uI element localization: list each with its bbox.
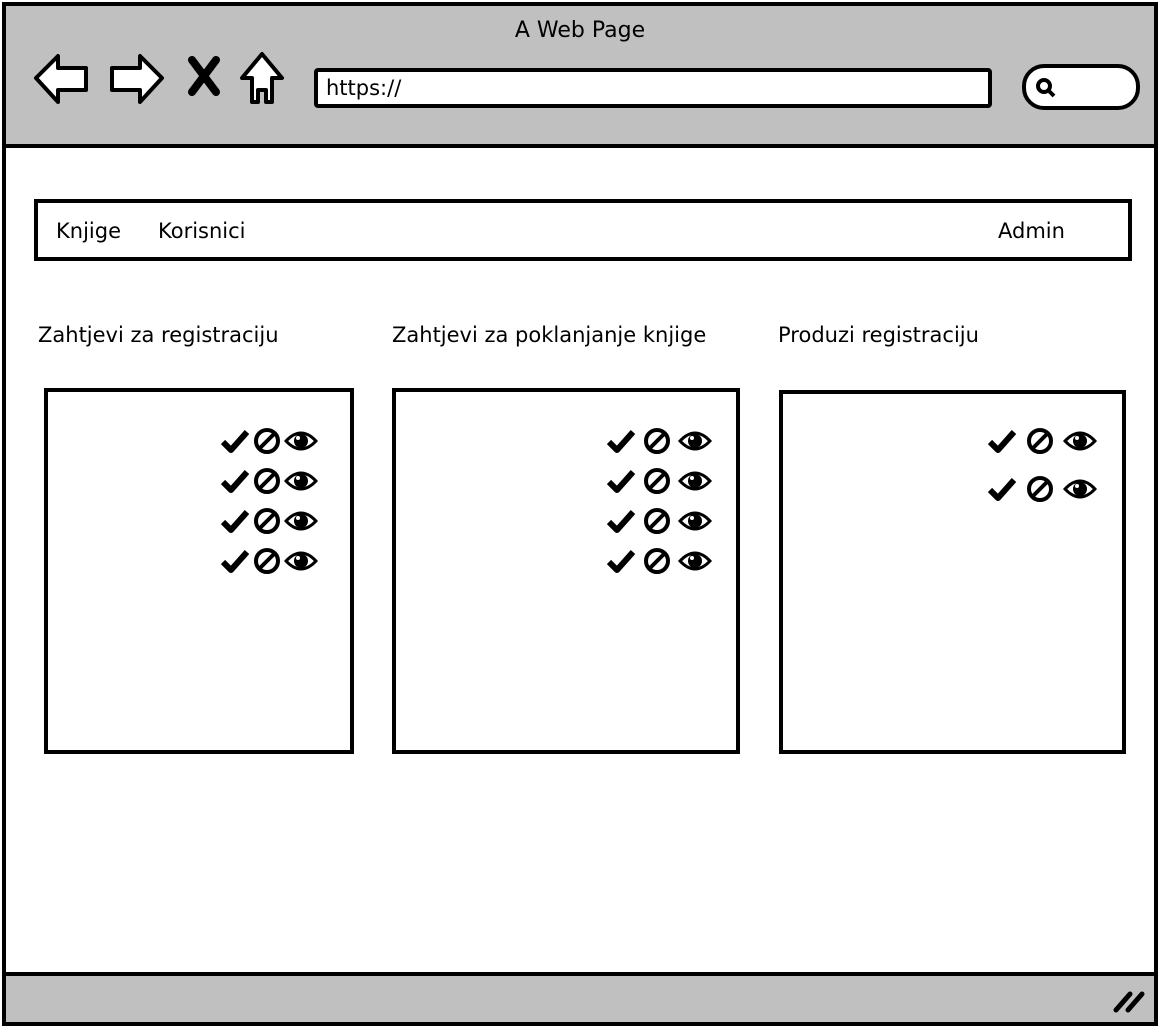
check-icon[interactable] bbox=[606, 428, 636, 454]
nav-menu: Knjige Korisnici Admin bbox=[34, 199, 1132, 261]
check-icon[interactable] bbox=[220, 508, 250, 534]
eye-icon[interactable] bbox=[678, 508, 712, 534]
request-row bbox=[220, 426, 318, 456]
window-title: A Web Page bbox=[514, 18, 646, 43]
search-icon bbox=[1036, 78, 1056, 98]
request-row bbox=[606, 506, 712, 536]
panel-title-registration-requests: Zahtjevi za registraciju bbox=[38, 323, 279, 347]
browser-window: A Web Page https:// Knjige Korisnici Adm… bbox=[2, 2, 1158, 1026]
check-icon[interactable] bbox=[220, 548, 250, 574]
status-bar bbox=[6, 972, 1154, 1022]
request-row bbox=[220, 546, 318, 576]
eye-icon[interactable] bbox=[284, 508, 318, 534]
eye-icon[interactable] bbox=[284, 428, 318, 454]
request-row bbox=[987, 426, 1097, 456]
ban-icon[interactable] bbox=[252, 426, 282, 456]
panel-title-donation-requests: Zahtjevi za poklanjanje knjige bbox=[392, 323, 707, 347]
check-icon[interactable] bbox=[606, 468, 636, 494]
request-row bbox=[220, 506, 318, 536]
request-row bbox=[220, 466, 318, 496]
ban-icon[interactable] bbox=[642, 546, 672, 576]
resize-grip-icon[interactable] bbox=[1112, 988, 1146, 1014]
close-x-icon[interactable] bbox=[186, 56, 222, 96]
eye-icon[interactable] bbox=[284, 468, 318, 494]
panel-title-extend-registration: Produzi registraciju bbox=[778, 323, 979, 347]
ban-icon[interactable] bbox=[252, 506, 282, 536]
eye-icon[interactable] bbox=[678, 548, 712, 574]
menu-item-knjige[interactable]: Knjige bbox=[56, 219, 121, 243]
home-icon[interactable] bbox=[238, 50, 286, 106]
donation-requests-panel bbox=[392, 388, 740, 754]
menu-item-korisnici[interactable]: Korisnici bbox=[158, 219, 246, 243]
ban-icon[interactable] bbox=[1025, 426, 1055, 456]
registration-requests-panel bbox=[44, 388, 354, 754]
eye-icon[interactable] bbox=[284, 548, 318, 574]
request-row bbox=[987, 474, 1097, 504]
check-icon[interactable] bbox=[220, 468, 250, 494]
ban-icon[interactable] bbox=[642, 466, 672, 496]
eye-icon[interactable] bbox=[678, 428, 712, 454]
check-icon[interactable] bbox=[220, 428, 250, 454]
search-input[interactable] bbox=[1022, 64, 1140, 110]
url-input[interactable]: https:// bbox=[314, 68, 992, 108]
request-row bbox=[606, 546, 712, 576]
request-row bbox=[606, 426, 712, 456]
back-arrow-icon[interactable] bbox=[32, 50, 92, 106]
ban-icon[interactable] bbox=[642, 426, 672, 456]
browser-toolbar: A Web Page https:// bbox=[6, 6, 1154, 148]
check-icon[interactable] bbox=[987, 476, 1017, 502]
eye-icon[interactable] bbox=[678, 468, 712, 494]
ban-icon[interactable] bbox=[252, 546, 282, 576]
ban-icon[interactable] bbox=[252, 466, 282, 496]
forward-arrow-icon[interactable] bbox=[106, 50, 166, 106]
check-icon[interactable] bbox=[987, 428, 1017, 454]
request-row bbox=[606, 466, 712, 496]
ban-icon[interactable] bbox=[642, 506, 672, 536]
check-icon[interactable] bbox=[606, 548, 636, 574]
check-icon[interactable] bbox=[606, 508, 636, 534]
menu-item-admin[interactable]: Admin bbox=[998, 219, 1065, 243]
eye-icon[interactable] bbox=[1063, 476, 1097, 502]
ban-icon[interactable] bbox=[1025, 474, 1055, 504]
eye-icon[interactable] bbox=[1063, 428, 1097, 454]
extend-registration-panel bbox=[779, 390, 1126, 754]
